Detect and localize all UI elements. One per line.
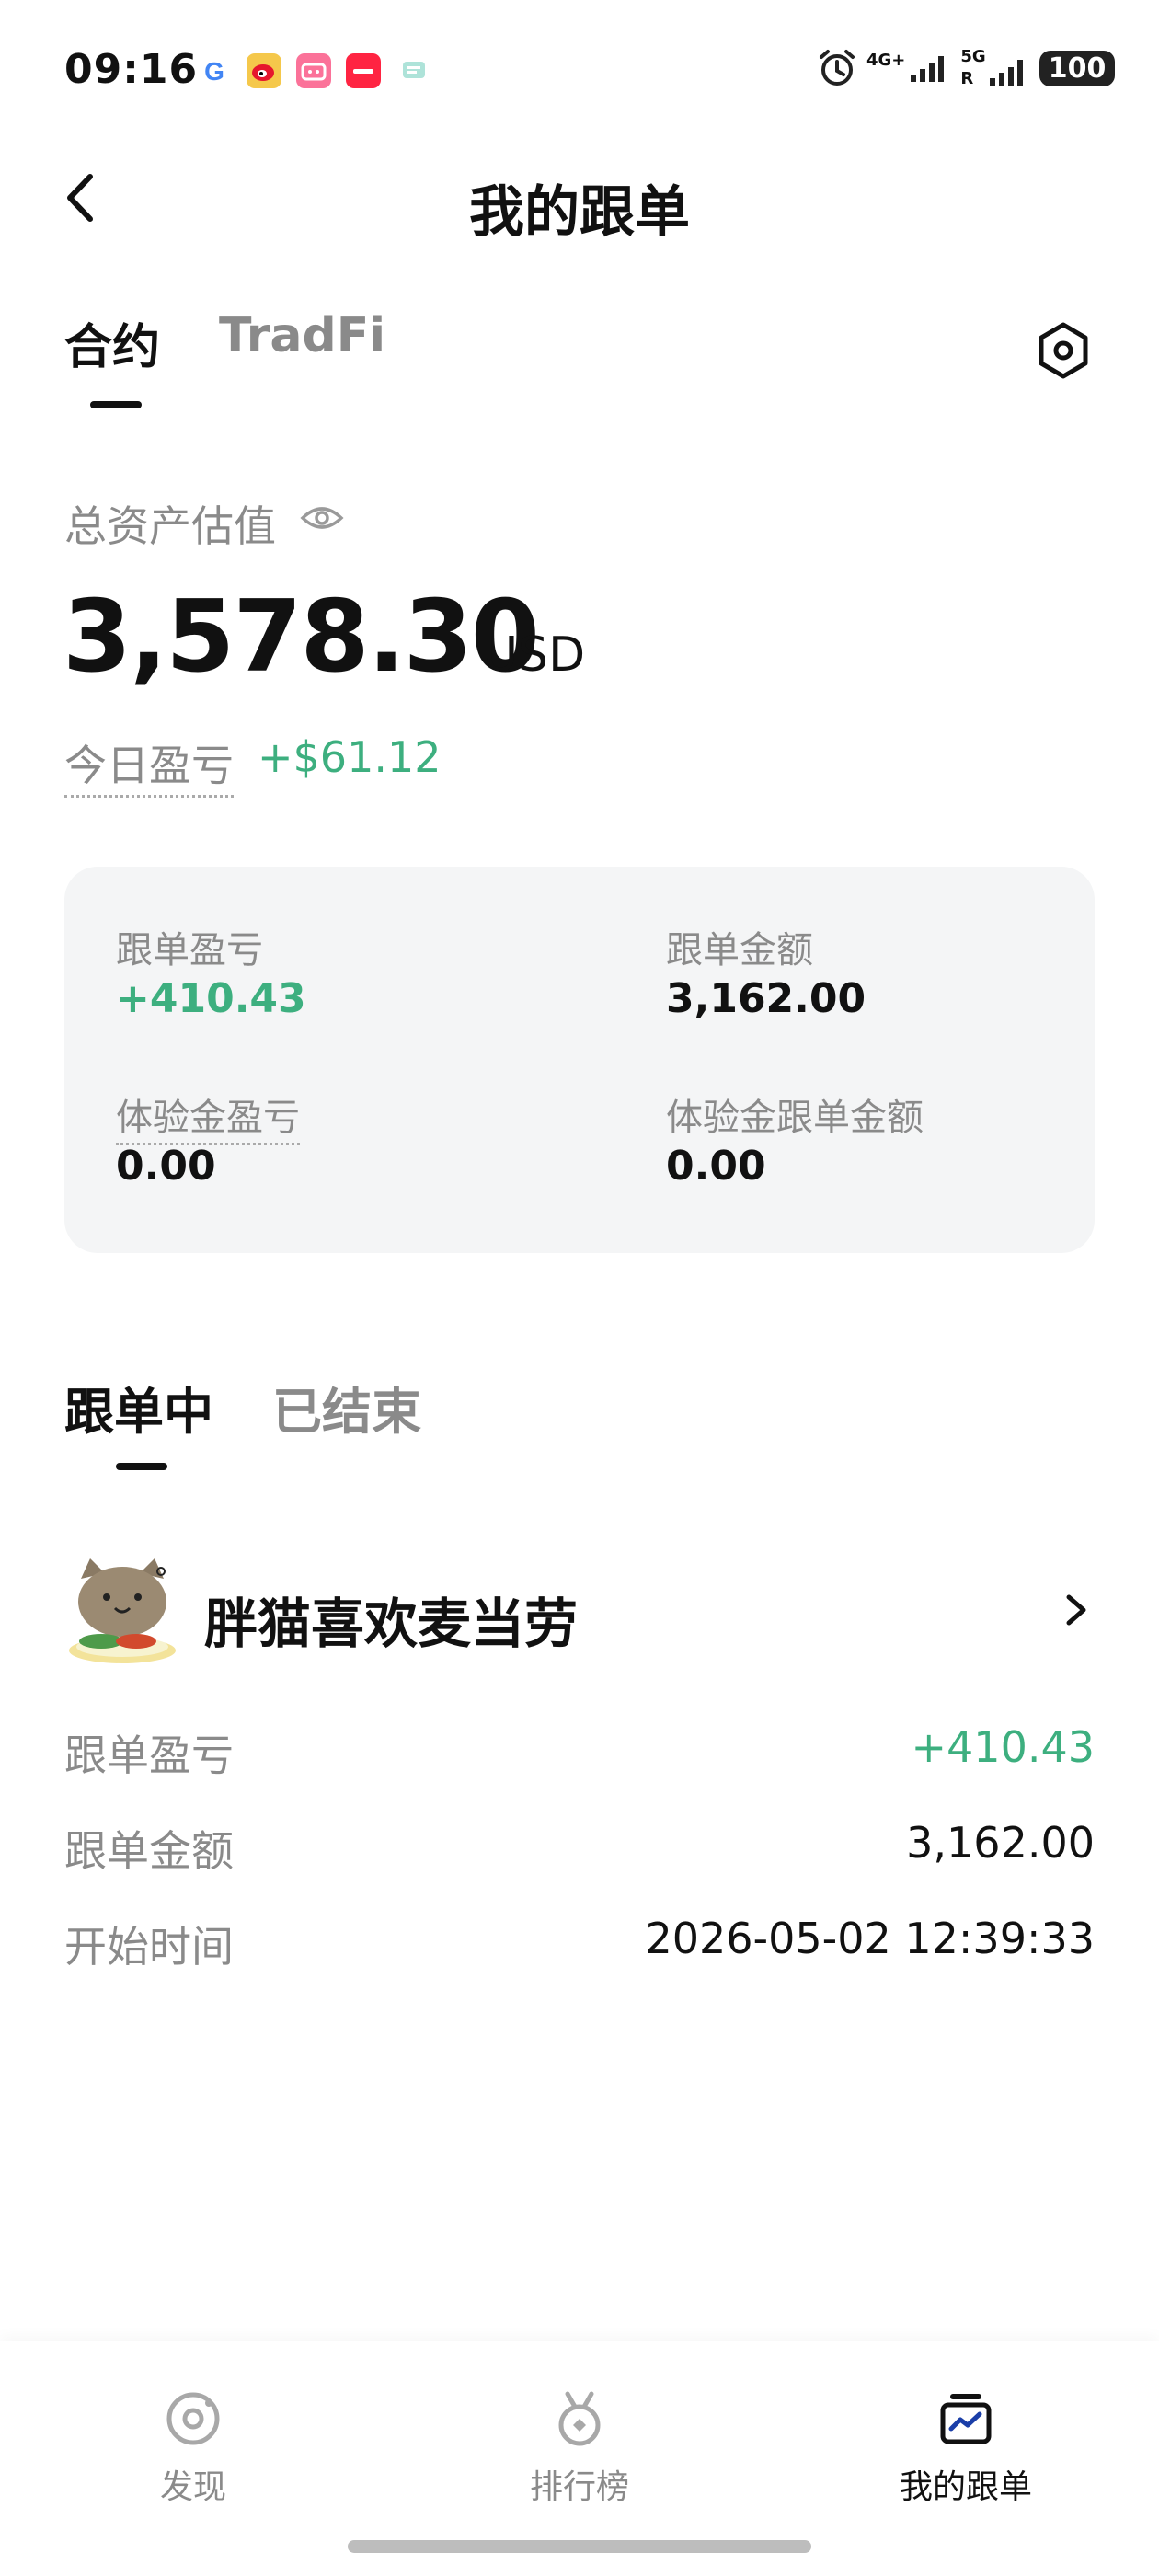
order-pnl-label: 跟单盈亏	[64, 1731, 234, 1780]
settings-button[interactable]	[1030, 317, 1096, 384]
roaming-label: R	[960, 69, 974, 88]
home-indicator[interactable]	[348, 2540, 811, 2553]
order-tab-indicator	[116, 1463, 167, 1470]
network-4g: 4G+	[866, 52, 951, 84]
hexagon-settings-icon	[1039, 322, 1088, 379]
signal-icon	[911, 56, 945, 82]
today-pnl-label[interactable]: 今日盈亏	[64, 732, 234, 798]
nav-leaderboard[interactable]: 排行榜	[442, 2388, 717, 2508]
network-5g: 5G R	[960, 49, 1029, 87]
page-title: 我的跟单	[469, 180, 690, 245]
network-5g-label: 5G	[960, 47, 986, 66]
order-start-time-label: 开始时间	[64, 1922, 234, 1972]
follow-pnl-value: +410.43	[116, 975, 306, 1022]
trial-amount-label: 体验金跟单金额	[666, 1097, 924, 1139]
order-amount-value: 3,162.00	[906, 1818, 1095, 1868]
trader-detail-button[interactable]	[1058, 1582, 1096, 1638]
today-pnl-value: +$61.12	[258, 732, 442, 782]
chevron-right-icon	[1066, 1594, 1086, 1626]
total-assets-label: 总资产估值	[64, 501, 276, 551]
weibo-icon	[247, 53, 281, 88]
nav-discover-label: 发现	[159, 2468, 226, 2506]
tab-indicator	[90, 401, 142, 408]
status-time: 09:16	[64, 46, 199, 93]
trial-pnl-value: 0.00	[116, 1143, 216, 1190]
bilibili-icon	[296, 53, 331, 88]
trial-amount-value: 0.00	[666, 1143, 766, 1190]
order-start-time-value: 2026-05-02 12:39:33	[645, 1914, 1095, 1963]
tab-contract[interactable]: 合约	[64, 308, 160, 377]
tab-following[interactable]: 跟单中	[64, 1371, 213, 1443]
discover-icon	[166, 2392, 220, 2445]
signal-icon-2	[989, 60, 1023, 86]
alarm-icon	[820, 50, 855, 86]
svg-text:G: G	[204, 57, 224, 86]
eye-icon[interactable]	[299, 500, 345, 536]
tab-ended[interactable]: 已结束	[272, 1371, 421, 1443]
nav-discover[interactable]: 发现	[55, 2388, 331, 2508]
trader-name[interactable]: 胖猫喜欢麦当劳	[204, 1581, 578, 1658]
total-assets-value: 3,578.30	[63, 580, 540, 695]
follow-pnl-label: 跟单盈亏	[116, 929, 263, 972]
my-orders-icon	[940, 2394, 992, 2444]
order-amount-label: 跟单金额	[64, 1826, 234, 1876]
status-indicators: 4G+ 5G R 100	[817, 48, 1116, 88]
follow-amount-value: 3,162.00	[666, 975, 866, 1022]
battery-indicator: 100	[1039, 50, 1116, 86]
chat-icon	[397, 53, 432, 88]
nav-my-orders[interactable]: 我的跟单	[828, 2388, 1104, 2508]
order-pnl-value: +410.43	[911, 1722, 1096, 1772]
medal-icon	[558, 2391, 601, 2446]
nav-leaderboard-label: 排行榜	[529, 2468, 629, 2506]
network-4g-label: 4G+	[866, 51, 906, 70]
follow-amount-label: 跟单金额	[666, 929, 813, 972]
total-assets-unit: USD	[483, 627, 586, 683]
xiaohongshu-icon	[346, 53, 381, 88]
google-icon: G	[197, 53, 232, 88]
nav-my-orders-label: 我的跟单	[899, 2468, 1032, 2506]
avatar[interactable]	[64, 1551, 180, 1667]
tab-tradfi[interactable]: TradFi	[219, 308, 385, 363]
trial-pnl-label[interactable]: 体验金盈亏	[116, 1087, 300, 1145]
